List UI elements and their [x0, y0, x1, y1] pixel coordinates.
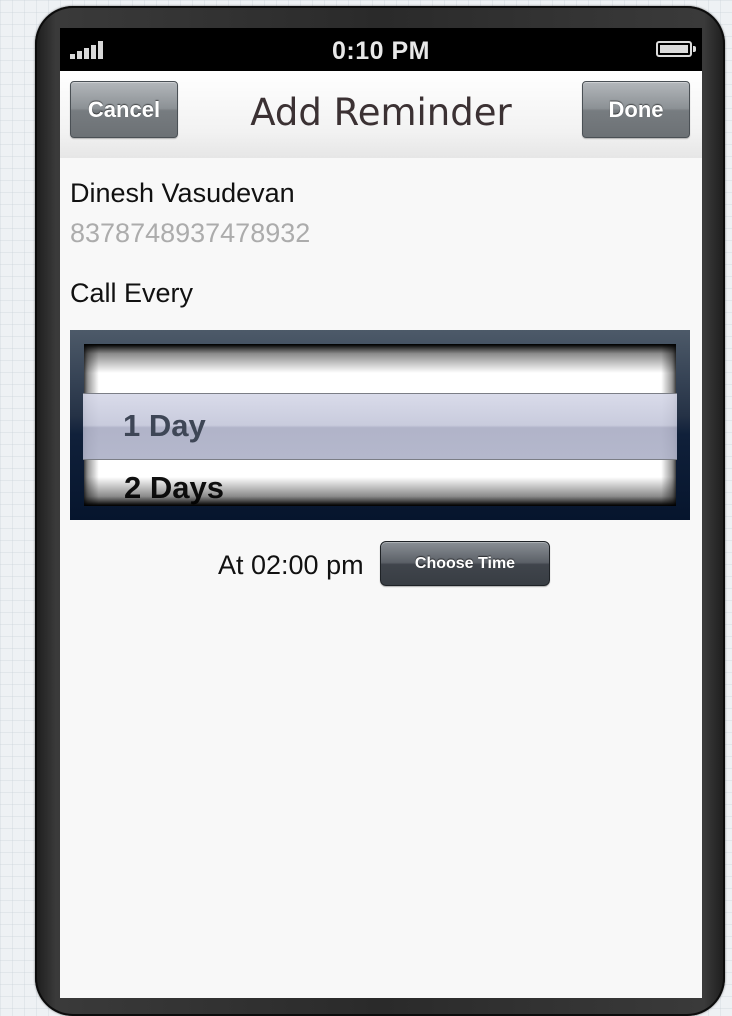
call-every-label: Call Every	[70, 278, 194, 308]
app-screen: 0:10 PM Cancel Add Reminder Done Dinesh …	[60, 28, 702, 998]
contact-phone: 8378748937478932	[70, 218, 311, 248]
reminder-time-label: At 02:00 pm	[218, 550, 364, 580]
battery-full-icon	[656, 41, 696, 57]
choose-time-button[interactable]: Choose Time	[380, 541, 550, 586]
status-time: 0:10 PM	[332, 37, 430, 65]
done-button[interactable]: Done	[582, 81, 690, 138]
picker-option-next[interactable]: 2 Days	[124, 470, 224, 506]
contact-name: Dinesh Vasudevan	[70, 178, 295, 208]
page-title: Add Reminder	[250, 91, 512, 134]
status-bar: 0:10 PM	[60, 28, 702, 71]
navigation-bar: Cancel Add Reminder Done	[60, 71, 702, 158]
cancel-button[interactable]: Cancel	[70, 81, 178, 138]
picker-selection-bar[interactable]: 1 Day	[83, 393, 677, 460]
interval-picker[interactable]: 2 Days 1 Day	[70, 330, 690, 520]
picker-option-selected[interactable]: 1 Day	[123, 408, 206, 444]
